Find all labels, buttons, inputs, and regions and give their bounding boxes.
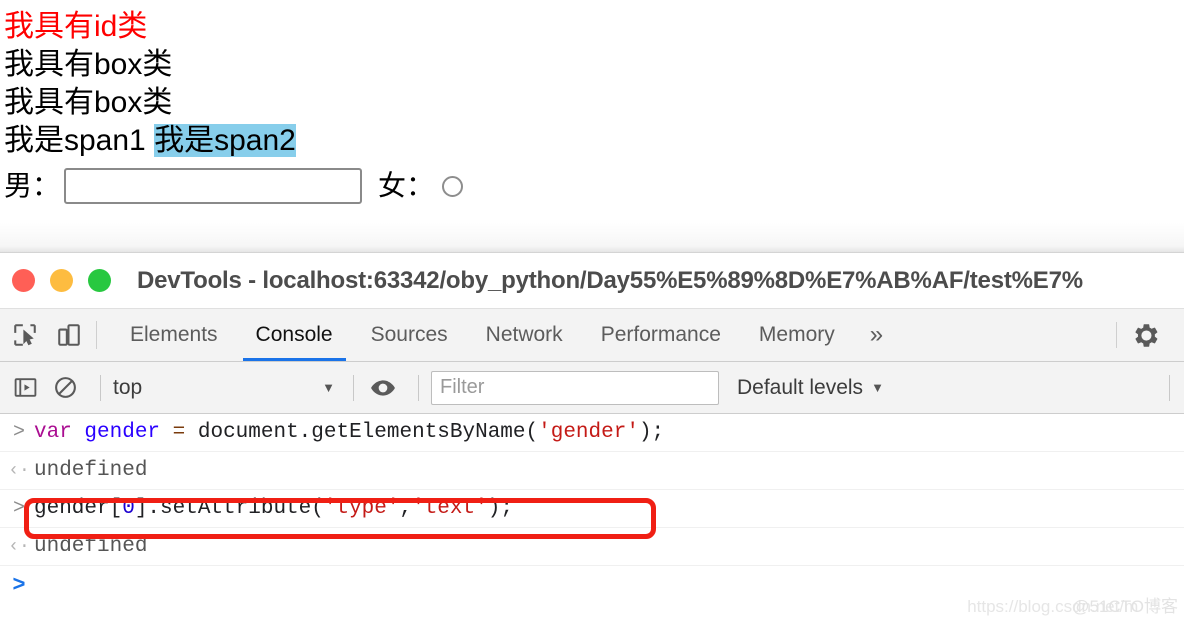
console-filter-input[interactable] [431,370,719,405]
console-prompt-row[interactable]: > [0,566,1184,604]
window-controls [0,269,111,292]
female-radio-input[interactable] [442,175,464,197]
code-token-plain-5: ); [487,497,513,520]
toolbar-divider-4 [1169,374,1170,401]
code-token-operator: = [172,421,198,444]
tab-sources[interactable]: Sources [352,309,467,361]
tab-elements[interactable]: Elements [111,309,237,361]
console-output-row: ‹· undefined [0,452,1184,490]
console-output-value: undefined [34,459,148,482]
devtools-tabs: Elements Console Sources Network Perform… [97,309,899,361]
code-token-string-2: 'type' [323,497,400,520]
tab-network[interactable]: Network [467,309,582,361]
minimize-button-icon[interactable] [50,269,73,292]
web-page-viewport: 我具有id类 我具有box类 我具有box类 我是span1 我是span2 男… [0,0,1184,250]
window-title: DevTools - localhost:63342/oby_python/Da… [137,266,1083,294]
console-output-row-2: ‹· undefined [0,528,1184,566]
console-input-code-2: gender[0].setAttribute('type','text'); [34,497,513,520]
page-text-box-class-2: 我具有box类 [4,86,173,119]
gear-icon[interactable] [1117,322,1170,349]
chevron-down-icon: ▼ [322,380,335,395]
console-toolbar: top ▼ Default levels ▼ [0,362,1184,414]
male-label: 男： [4,170,61,201]
code-token-plain: document.getElementsByName( [197,421,539,444]
device-toolbar-icon[interactable] [54,320,84,350]
more-tabs-icon[interactable]: » [854,309,899,361]
maximize-button-icon[interactable] [88,269,111,292]
input-arrow-icon: > [12,421,25,444]
console-sidebar-toggle-icon[interactable] [8,371,42,405]
levels-chevron-down-icon: ▼ [871,380,884,395]
page-text-box-class-1: 我具有box类 [4,48,173,81]
devtools-tool-icons [0,309,96,361]
toolbar-divider-3 [418,374,419,401]
close-button-icon[interactable] [12,269,35,292]
console-output-value-2: undefined [34,535,148,558]
code-token-plain-2: ); [638,421,665,444]
clear-console-icon[interactable] [48,371,82,405]
inspect-element-icon[interactable] [10,320,40,350]
code-token-plain-3: gender[ [34,497,123,520]
tab-console[interactable]: Console [237,309,352,361]
code-token-string-3: 'text' [412,497,488,520]
console-message-list[interactable]: > var gender = document.getElementsByNam… [0,414,1184,627]
toolbar-divider-1 [100,374,101,401]
page-text-spans: 我是span1 我是span2 [0,122,1184,160]
console-input-row-annotated[interactable]: > gender[0].setAttribute('type','text'); [0,490,1184,528]
devtools-titlebar: DevTools - localhost:63342/oby_python/Da… [0,253,1184,309]
gender-form-row: 男： 女： [0,164,1184,208]
code-token-keyword: var [34,421,85,444]
code-token-number: 0 [122,497,135,520]
toolbar-divider-2 [353,374,354,401]
console-input-row[interactable]: > var gender = document.getElementsByNam… [0,414,1184,452]
input-arrow-icon-2: > [12,497,25,520]
code-token-comma: , [399,497,413,520]
code-token-string: 'gender' [538,421,639,444]
execution-context-selector[interactable]: top ▼ [113,376,341,400]
tabbar-right-group [1116,309,1184,361]
page-text-id-class: 我具有id类 [4,10,148,43]
span1-text: 我是span1 [4,124,146,157]
tab-performance[interactable]: Performance [582,309,740,361]
gender-text-input[interactable] [64,168,363,204]
log-levels-label: Default levels [737,375,864,399]
female-label: 女： [378,170,435,201]
output-arrow-icon: ‹· [8,460,30,481]
live-expression-eye-icon[interactable] [366,371,400,405]
tab-memory[interactable]: Memory [740,309,854,361]
console-input-code: var gender = document.getElementsByName(… [34,421,664,444]
execution-context-value: top [113,375,143,399]
output-arrow-icon-2: ‹· [8,536,30,557]
prompt-arrow-icon: > [12,572,26,598]
code-token-plain-4: ].setAttribute( [134,497,324,520]
devtools-tabbar: Elements Console Sources Network Perform… [0,309,1184,362]
devtools-window: DevTools - localhost:63342/oby_python/Da… [0,252,1184,627]
log-levels-selector[interactable]: Default levels ▼ [737,376,884,400]
code-token-variable: gender [84,421,173,444]
span2-text: 我是span2 [154,124,296,157]
